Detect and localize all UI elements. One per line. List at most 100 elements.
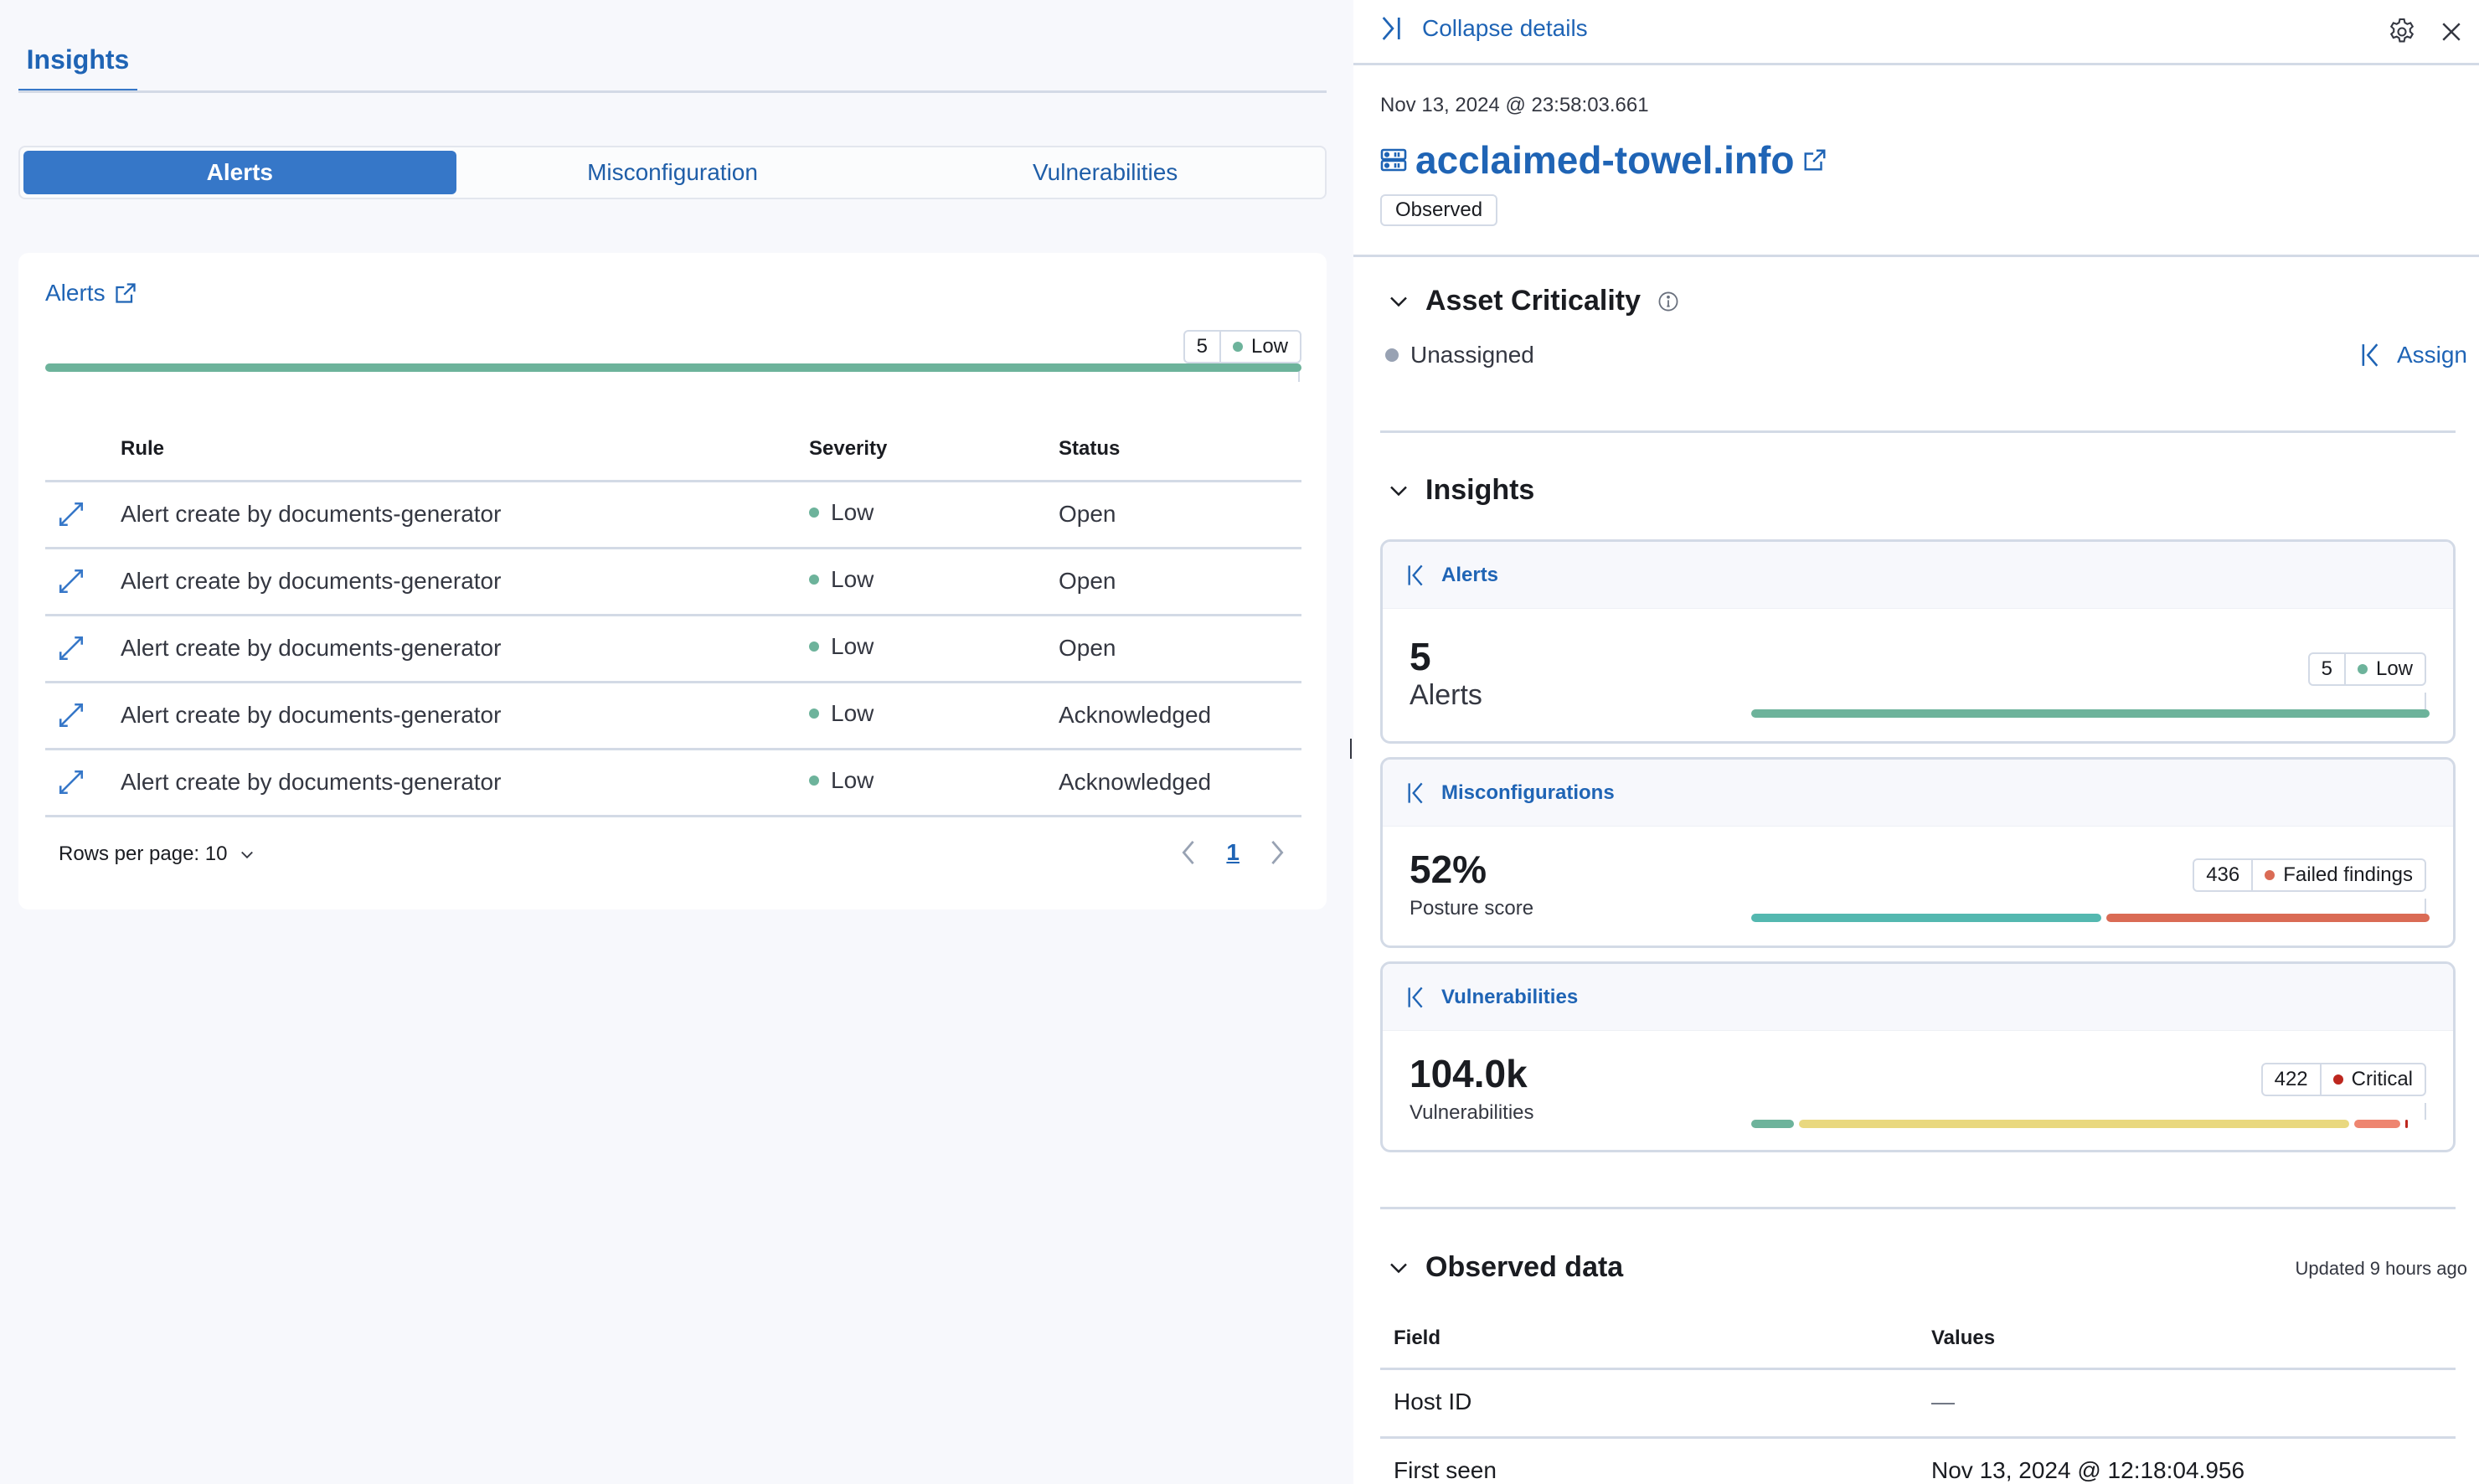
- pagination: 1: [1179, 839, 1286, 866]
- tab-insights[interactable]: Insights: [18, 39, 137, 94]
- rows-per-page-select[interactable]: Rows per page: 10: [59, 842, 255, 866]
- alerts-table: Rule Severity Status Alert create by doc…: [45, 414, 1301, 817]
- segment-alerts[interactable]: Alerts: [23, 151, 456, 194]
- misconfigurations-insight-header: Misconfigurations: [1441, 781, 1615, 804]
- pill-count: 422: [2263, 1064, 2322, 1095]
- expand-icon[interactable]: [57, 768, 85, 796]
- expand-col: [45, 414, 121, 482]
- rule-cell: Alert create by documents-generator: [121, 615, 809, 683]
- observed-data-toggle[interactable]: Observed data: [1389, 1251, 1623, 1284]
- observed-data-title: Observed data: [1425, 1251, 1624, 1283]
- vulnerabilities-insight-link[interactable]: Vulnerabilities: [1383, 964, 2453, 1031]
- low-dot: [809, 641, 819, 652]
- table-row: Alert create by documents-generator Low Ac…: [45, 749, 1301, 817]
- status-cell: Acknowledged: [1059, 749, 1301, 817]
- insights-toggle[interactable]: Insights: [1389, 474, 1534, 507]
- table-divider: [1380, 1436, 2456, 1439]
- bar-segment-critical: [2405, 1120, 2408, 1128]
- external-link-icon: [1804, 149, 1826, 171]
- pill-count: 5: [2310, 654, 2346, 684]
- expand-left-icon: [1408, 987, 1423, 1007]
- alerts-insight-card: Alerts 5 Alerts 5 Low: [1380, 539, 2456, 744]
- severity-cell: Low: [809, 749, 1059, 817]
- misconfigurations-insight-link[interactable]: Misconfigurations: [1383, 760, 2453, 827]
- findings-distribution-bar: [1751, 914, 2430, 922]
- col-severity[interactable]: Severity: [809, 414, 1059, 482]
- pill-label: Critical: [2351, 1068, 2413, 1090]
- rows-per-page-label: Rows per page: 10: [59, 842, 228, 865]
- observed-badge: Observed: [1380, 194, 1498, 226]
- value-first-seen: Nov 13, 2024 @ 12:18:04.956: [1931, 1457, 2245, 1483]
- expand-left-icon: [1408, 564, 1423, 585]
- expand-icon[interactable]: [57, 500, 85, 528]
- vulnerabilities-count: 104.0k: [1410, 1052, 1528, 1095]
- bar-segment-low: [1751, 1120, 1794, 1128]
- insights-panel: Insights Alerts Misconfiguration Vulnera…: [0, 0, 1353, 1484]
- value-host-id: —: [1931, 1389, 1955, 1414]
- status-cell: Open: [1059, 548, 1301, 616]
- vulnerability-distribution-bar: [1751, 1120, 2430, 1128]
- alerts-link[interactable]: Alerts: [45, 280, 137, 307]
- alerts-count-label: Alerts: [1410, 679, 1482, 711]
- criticality-label: Unassigned: [1410, 342, 1534, 368]
- alerts-title: Alerts: [45, 280, 106, 306]
- segment-misconfiguration[interactable]: Misconfiguration: [456, 151, 889, 194]
- expand-icon[interactable]: [57, 567, 85, 595]
- status-cell: Open: [1059, 615, 1301, 683]
- bar-segment-low: [1751, 709, 2430, 718]
- pill-count: 436: [2194, 860, 2254, 890]
- insights-title: Insights: [1425, 474, 1535, 506]
- low-dot: [809, 574, 819, 585]
- header-divider: [1353, 255, 2479, 257]
- critical-dot: [2332, 1074, 2343, 1085]
- rule-cell: Alert create by documents-generator: [121, 548, 809, 616]
- col-status[interactable]: Status: [1059, 414, 1301, 482]
- host-name: acclaimed-towel.info: [1415, 138, 1795, 182]
- gear-icon[interactable]: [2387, 17, 2417, 47]
- insights-segment-control: Alerts Misconfiguration Vulnerabilities: [18, 146, 1327, 199]
- info-icon[interactable]: [1657, 291, 1679, 312]
- low-dot: [809, 708, 819, 719]
- assign-button[interactable]: Assign: [2362, 342, 2467, 368]
- severity-label: Low: [831, 565, 874, 592]
- host-title[interactable]: acclaimed-towel.info: [1380, 137, 1827, 183]
- bar-segment-failed: [2106, 914, 2430, 922]
- rule-cell: Alert create by documents-generator: [121, 481, 809, 549]
- field-host-id: Host ID: [1394, 1389, 1472, 1414]
- segment-vulnerabilities[interactable]: Vulnerabilities: [889, 151, 1322, 194]
- prev-page-icon[interactable]: [1179, 840, 1198, 865]
- low-dot: [1232, 342, 1243, 352]
- col-rule[interactable]: Rule: [121, 414, 809, 482]
- alerts-insight-link[interactable]: Alerts: [1383, 542, 2453, 609]
- next-page-icon[interactable]: [1268, 840, 1286, 865]
- failed-findings-pill: 436 Failed findings: [2193, 858, 2426, 892]
- expand-left-icon: [2362, 343, 2378, 367]
- status-cell: Open: [1059, 481, 1301, 549]
- page-1-button[interactable]: 1: [1226, 839, 1240, 866]
- host-details-flyout: Collapse details Nov 13, 2024 @ 23:58:03…: [1353, 0, 2479, 1484]
- col-field[interactable]: Field: [1394, 1327, 1440, 1350]
- asset-criticality-toggle[interactable]: Asset Criticality: [1389, 285, 1679, 317]
- chevron-down-icon: [1390, 1263, 1407, 1273]
- flyout-header: Collapse details: [1353, 0, 2479, 65]
- observed-updated: Updated 9 hours ago: [2295, 1258, 2468, 1279]
- criticality-value: Unassigned: [1385, 342, 1534, 368]
- table-divider: [1380, 1368, 2456, 1370]
- failed-dot: [2265, 870, 2275, 880]
- storage-icon: [1380, 148, 1407, 172]
- bar-segment-medium: [1799, 1120, 2349, 1128]
- posture-score: 52%: [1410, 848, 1487, 891]
- col-values[interactable]: Values: [1931, 1327, 1995, 1350]
- bar-segment-passed: [1751, 914, 2101, 922]
- severity-label: Low: [831, 699, 874, 726]
- expand-cell: [45, 481, 121, 549]
- table-header: Rule Severity Status: [45, 414, 1301, 482]
- close-icon[interactable]: [2440, 21, 2462, 43]
- tabs-divider: [18, 90, 1327, 93]
- expand-icon[interactable]: [57, 701, 85, 729]
- vulnerabilities-count-label: Vulnerabilities: [1410, 1101, 1534, 1124]
- collapse-details-button[interactable]: Collapse details: [1380, 15, 1588, 42]
- bar-segment-high: [2354, 1120, 2400, 1128]
- expand-icon[interactable]: [57, 634, 85, 662]
- severity-distribution-bar: [45, 363, 1301, 372]
